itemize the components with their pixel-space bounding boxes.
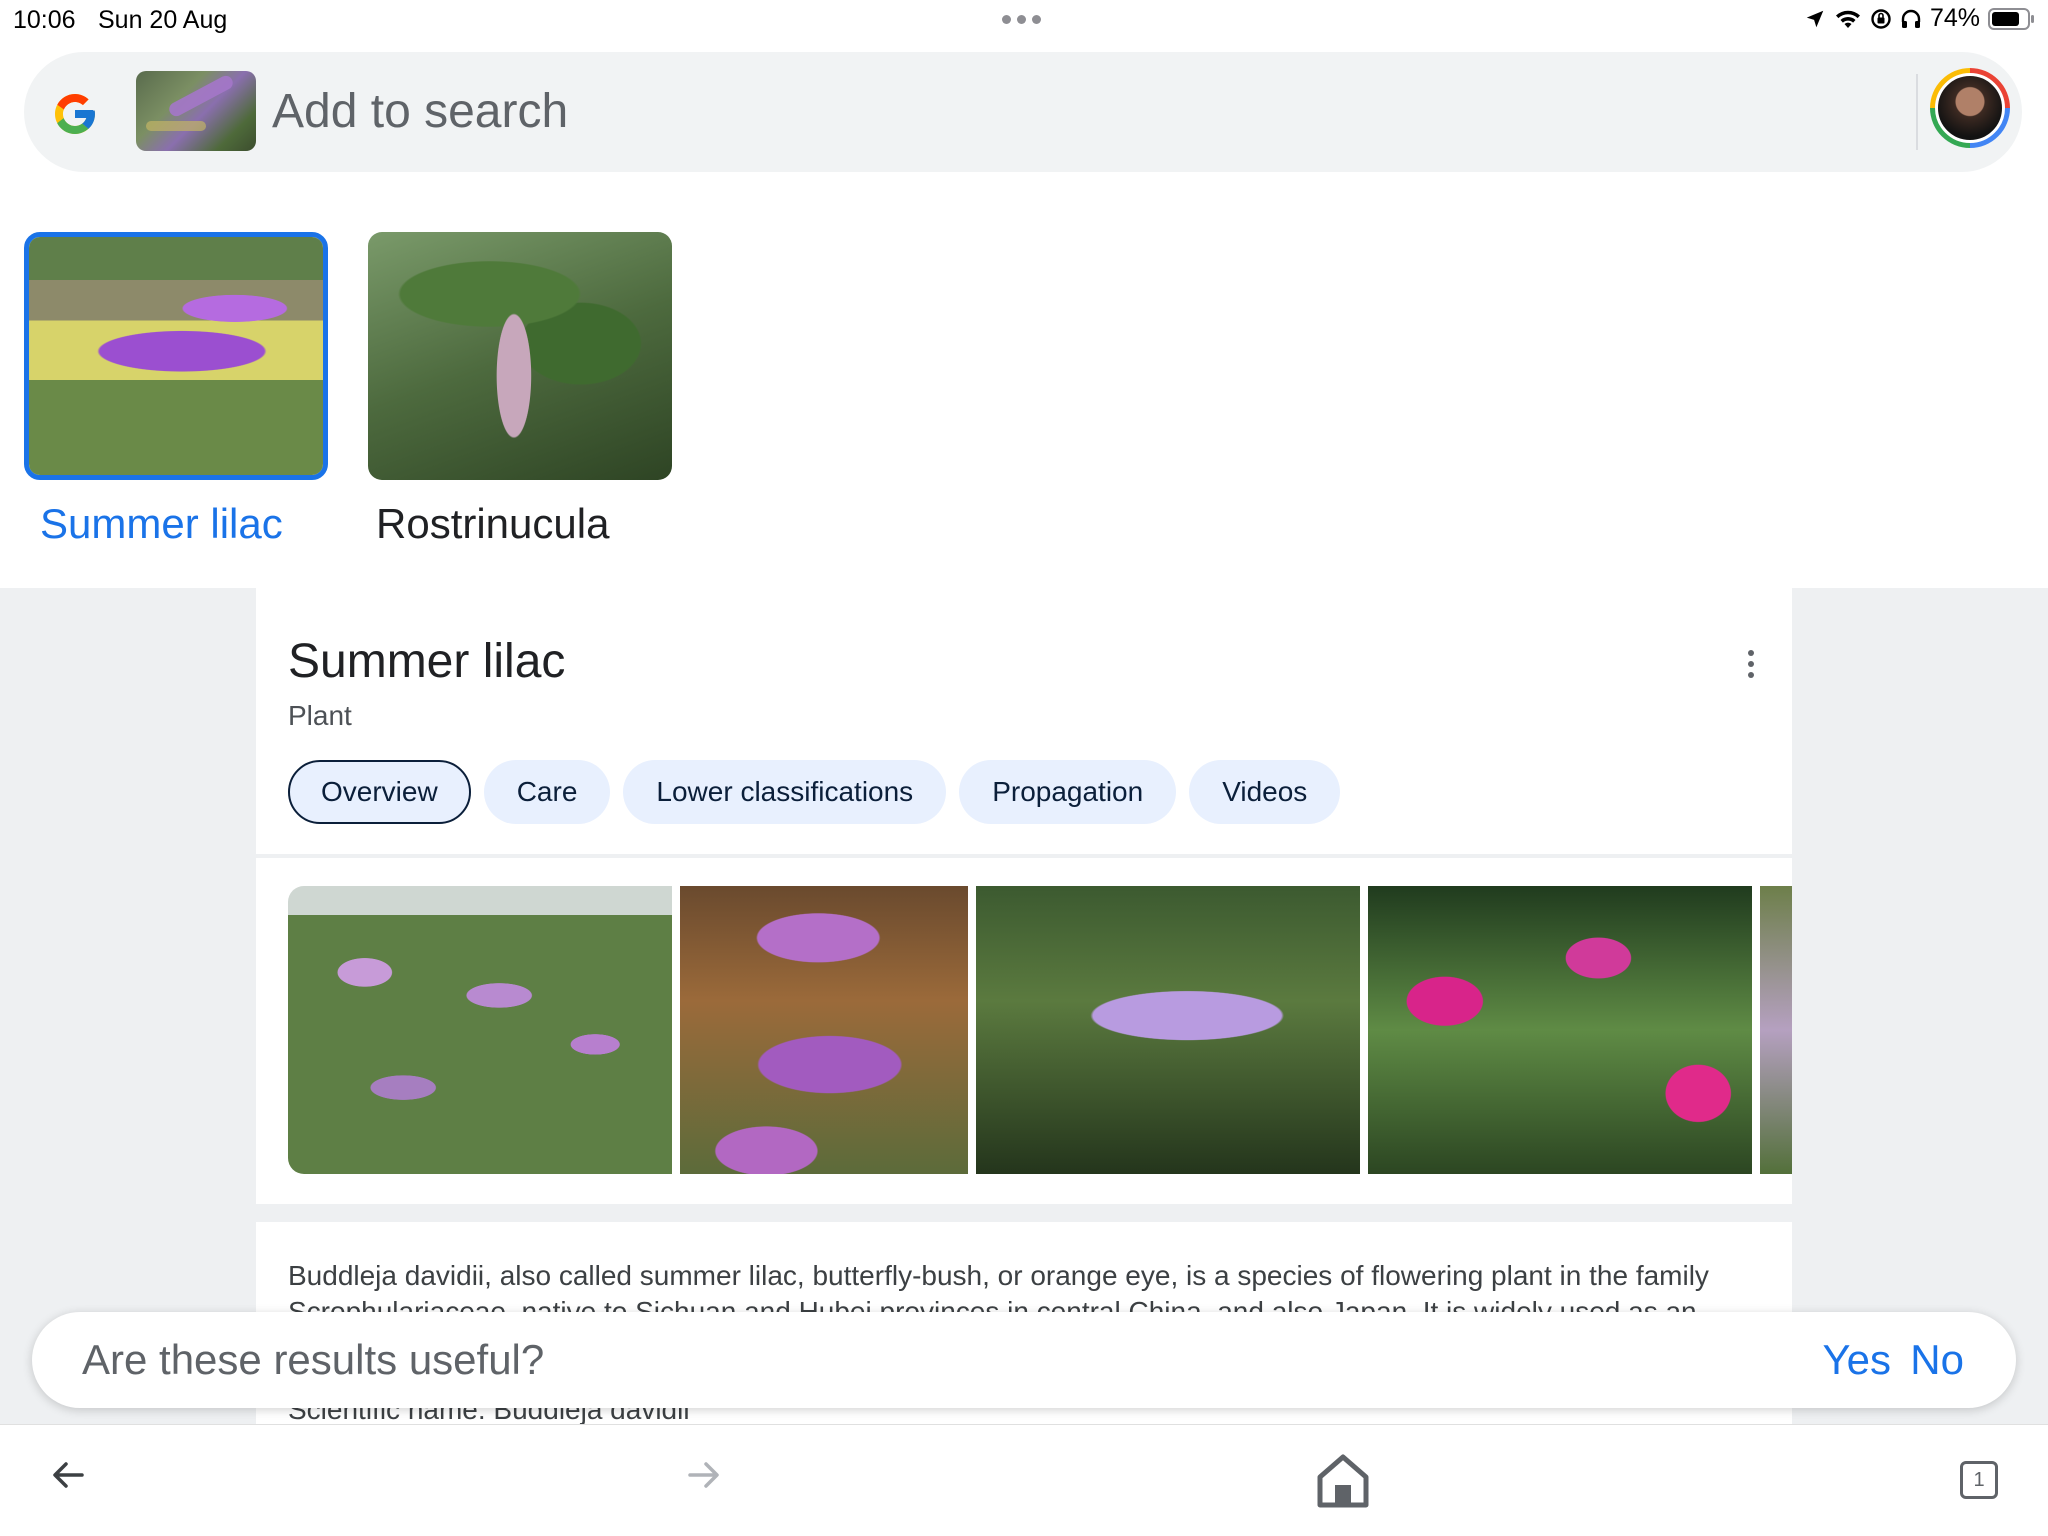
- result-thumbnail[interactable]: [368, 232, 672, 480]
- back-arrow-icon[interactable]: [50, 1457, 86, 1493]
- status-icons: 74%: [1804, 4, 2036, 33]
- search-bar[interactable]: Add to search: [24, 52, 2022, 172]
- feedback-bar: Are these results useful? Yes No: [32, 1312, 2016, 1408]
- home-icon[interactable]: [1316, 1453, 1370, 1509]
- result-thumbnail[interactable]: [24, 232, 328, 480]
- avatar[interactable]: [1930, 68, 2010, 148]
- gallery-image[interactable]: [1368, 886, 1752, 1174]
- image-gallery: [256, 858, 1792, 1204]
- google-logo-icon: [55, 94, 95, 134]
- tab-care[interactable]: Care: [483, 760, 611, 824]
- query-image-thumbnail[interactable]: [136, 71, 256, 151]
- result-summer-lilac[interactable]: Summer lilac: [24, 232, 328, 548]
- panel-tabs: Overview Care Lower classifications Prop…: [288, 760, 1341, 824]
- tab-lower-classifications[interactable]: Lower classifications: [623, 760, 947, 824]
- panel-title: Summer lilac: [288, 635, 566, 688]
- feedback-no-button[interactable]: No: [1910, 1336, 1964, 1384]
- headphones-icon: [1901, 9, 1921, 28]
- divider: [1916, 74, 1918, 150]
- result-rostrinucula[interactable]: Rostrinucula: [368, 232, 672, 548]
- page: 10:06 Sun 20 Aug 74% Add to search Summe…: [0, 0, 2048, 1536]
- gallery-image[interactable]: [288, 886, 672, 1174]
- bottom-toolbar: 1: [0, 1424, 2048, 1536]
- gallery-image[interactable]: [1760, 886, 1792, 1174]
- feedback-yes-button[interactable]: Yes: [1822, 1336, 1891, 1384]
- result-label[interactable]: Rostrinucula: [376, 500, 672, 548]
- tab-overview[interactable]: Overview: [288, 760, 471, 824]
- feedback-question: Are these results useful?: [82, 1336, 545, 1383]
- tab-switcher-button[interactable]: 1: [1960, 1461, 1998, 1499]
- status-date: Sun 20 Aug: [98, 6, 228, 34]
- gallery-image[interactable]: [680, 886, 968, 1174]
- rotation-lock-icon: [1871, 8, 1891, 29]
- gallery-image[interactable]: [976, 886, 1360, 1174]
- battery-percent: 74%: [1929, 4, 1980, 32]
- multitasking-dots-icon[interactable]: [1002, 15, 1041, 24]
- status-time: 10:06: [13, 6, 76, 34]
- wifi-icon: [1835, 10, 1860, 28]
- battery-icon: [1988, 7, 2034, 30]
- location-arrow-icon: [1806, 10, 1824, 27]
- knowledge-panel-header: Summer lilac Plant Overview Care Lower c…: [256, 588, 1792, 854]
- panel-subtitle: Plant: [288, 700, 352, 731]
- tab-videos[interactable]: Videos: [1189, 760, 1341, 824]
- tab-propagation[interactable]: Propagation: [959, 760, 1177, 824]
- search-input[interactable]: Add to search: [272, 84, 568, 139]
- lens-header: Add to search Summer lilac Rostrinucula: [0, 40, 2048, 588]
- forward-arrow-icon[interactable]: [686, 1457, 722, 1493]
- more-options-icon[interactable]: [1748, 650, 1754, 678]
- result-label[interactable]: Summer lilac: [40, 500, 328, 548]
- status-bar: 10:06 Sun 20 Aug 74%: [0, 0, 2048, 40]
